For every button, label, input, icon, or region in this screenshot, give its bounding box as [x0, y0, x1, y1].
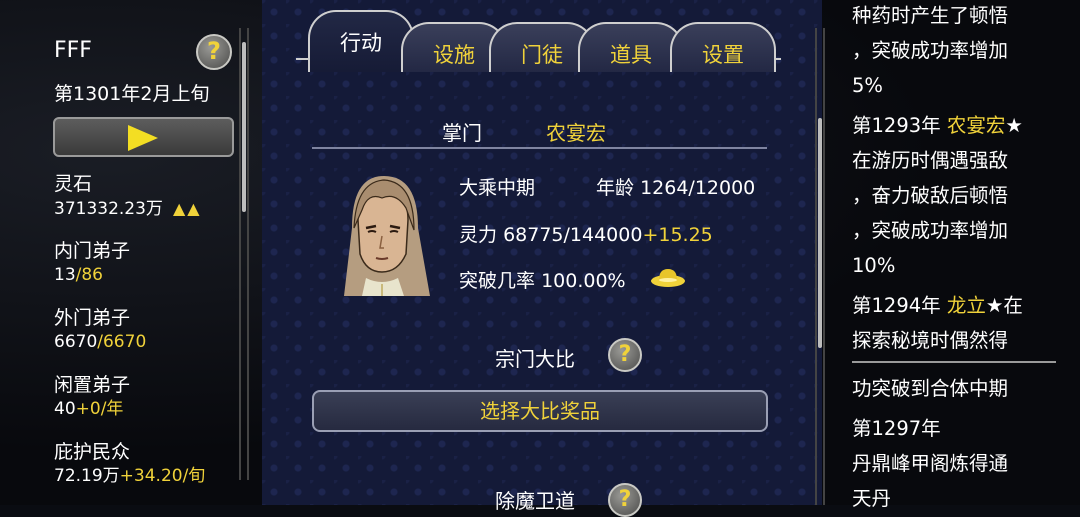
log-line: 10% — [852, 254, 896, 277]
stat-spirit-stones: 灵石 371332.23万 ▲▲ — [54, 172, 202, 221]
stat-label: 灵石 — [54, 173, 93, 195]
current-date: 第1301年2月上旬 — [54, 83, 210, 105]
tournament-title: 宗门大比 — [495, 347, 575, 371]
left-scrollbar[interactable] — [239, 28, 249, 480]
leader-breakthrough: 突破几率 100.00% — [459, 266, 626, 293]
disciple-name[interactable]: 农宴宏 — [947, 114, 1006, 137]
stat-value: 371332.23万 — [54, 199, 163, 219]
age-label: 年龄 — [596, 177, 635, 199]
log-line: ，突破成功率增加 — [852, 39, 1009, 62]
log-line: ，突破成功率增加 — [852, 219, 1009, 242]
stat-outer-disciples: 外门弟子 6670/6670 — [54, 306, 146, 354]
power-label: 灵力 — [459, 224, 498, 246]
breakthrough-label: 突破几率 — [459, 270, 536, 292]
select-prize-button[interactable]: 选择大比奖品 — [312, 390, 768, 432]
power-rate: +15.25 — [642, 224, 713, 246]
stat-protected-people: 庇护民众 72.19万+34.20/旬 — [54, 440, 205, 488]
warning-triangles-icon: ▲▲ — [172, 199, 202, 218]
log-line: ，奋力破敌后顿悟 — [852, 184, 1009, 207]
stat-max: /86 — [75, 265, 103, 285]
sect-name: FFF — [54, 38, 92, 63]
ingot-icon — [651, 269, 685, 287]
tab-items[interactable]: 道具 — [578, 22, 684, 72]
tab-settings[interactable]: 设置 — [670, 22, 776, 72]
leader-realm: 大乘中期 — [459, 177, 536, 199]
question-icon[interactable]: ? — [196, 34, 232, 70]
star-icon: ★在 — [985, 294, 1023, 317]
stat-label: 外门弟子 — [54, 307, 131, 329]
scrollbar-thumb[interactable] — [242, 42, 246, 212]
leader-name[interactable]: 农宴宏 — [546, 117, 606, 146]
stat-label: 内门弟子 — [54, 240, 131, 262]
sect-status-panel: FFF ? 第1301年2月上旬 灵石 371332.23万 ▲▲ 内门弟子 13… — [0, 0, 262, 505]
log-line: 种药时产生了顿悟 — [852, 4, 1009, 27]
question-icon[interactable]: ? — [608, 483, 642, 517]
stat-value: 72.19万 — [54, 466, 120, 486]
log-line: 功突破到合体中期 — [852, 377, 1009, 400]
stat-value: 13 — [54, 265, 76, 285]
question-icon[interactable]: ? — [608, 338, 642, 372]
log-entry-header: 第1293年 农宴宏★ — [852, 114, 1023, 137]
demon-slaying-title: 除魔卫道 — [495, 489, 575, 513]
power-value: 68775/144000 — [503, 224, 643, 246]
stat-rate: +0/年 — [75, 399, 124, 419]
stat-inner-disciples: 内门弟子 13/86 — [54, 239, 130, 287]
play-icon — [128, 125, 158, 151]
star-icon: ★ — [1005, 114, 1023, 137]
log-line: 丹鼎峰甲阁炼得通 — [852, 452, 1009, 475]
tab-action[interactable]: 行动 — [308, 10, 414, 72]
leader-age: 年龄 1264/12000 — [596, 173, 755, 200]
log-divider — [852, 361, 1056, 363]
age-value: 1264/12000 — [640, 177, 756, 199]
leader-header: 掌门 农宴宏 — [312, 115, 767, 149]
stat-idle-disciples: 闲置弟子 40+0/年 — [54, 373, 130, 421]
advance-time-button[interactable] — [53, 117, 234, 157]
event-log: 种药时产生了顿悟 ，突破成功率增加 5% 第1293年 农宴宏★ 在游历时偶遇强… — [852, 0, 1062, 516]
disciple-name[interactable]: 龙立 — [947, 294, 986, 317]
leader-label: 掌门 — [442, 121, 482, 145]
stat-label: 闲置弟子 — [54, 374, 131, 396]
stat-rate: +34.20/旬 — [119, 466, 206, 486]
leader-power: 灵力 68775/144000+15.25 — [459, 220, 713, 247]
stat-value: 40 — [54, 399, 76, 419]
log-line: 第1297年 — [852, 417, 941, 440]
action-panel: 行动 设施 门徒 道具 设置 掌门 农宴宏 大乘中期 年龄 1264/12000… — [262, 0, 822, 517]
stat-value: 6670 — [54, 332, 98, 352]
stat-label: 庇护民众 — [54, 441, 131, 463]
log-line: 5% — [852, 74, 883, 97]
stat-max: /6670 — [97, 332, 147, 352]
log-line: 在游历时偶遇强敌 — [852, 149, 1009, 172]
log-line: 探索秘境时偶然得 — [852, 329, 1009, 352]
log-entry-header: 第1294年 龙立★在 — [852, 294, 1023, 317]
log-line: 天丹 — [852, 487, 892, 510]
breakthrough-value: 100.00% — [541, 270, 626, 292]
leader-portrait[interactable] — [322, 168, 444, 296]
